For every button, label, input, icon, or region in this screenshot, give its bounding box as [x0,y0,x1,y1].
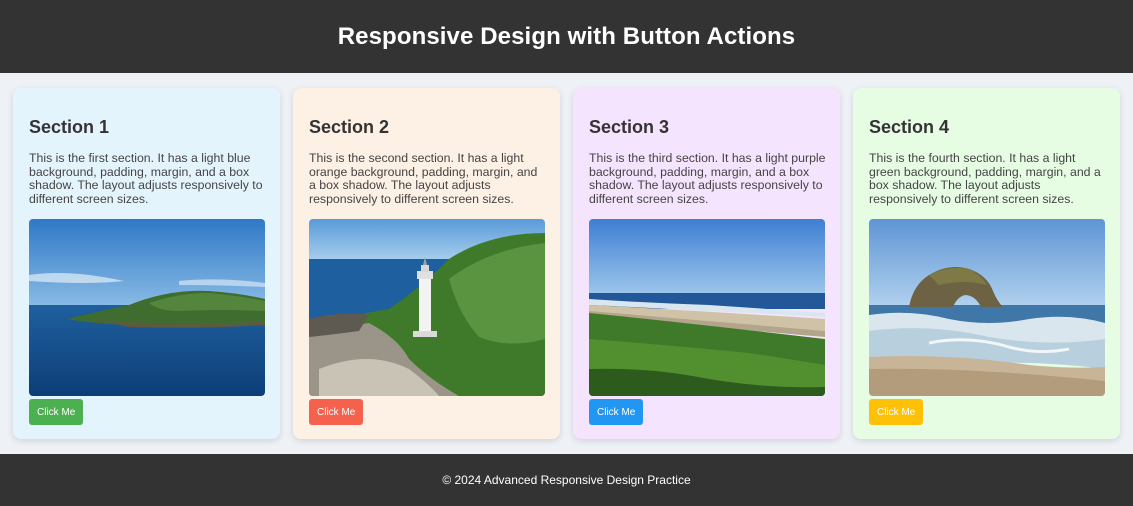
click-me-button[interactable]: Click Me [869,399,924,425]
section-title: Section 2 [309,117,390,137]
page-header: Responsive Design with Button Actions [0,0,1133,73]
section-title: Section 1 [29,117,110,137]
section-description: This is the third section. It has a ligh… [589,151,826,206]
section-card-1: Section 1 This is the first section. It … [13,88,280,439]
page-title: Responsive Design with Button Actions [337,22,796,50]
section-description: This is the second section. It has a lig… [309,151,538,206]
section-card-4: Section 4 This is the fourth section. It… [853,88,1120,439]
sea-arch-rock-photo [869,219,1105,396]
click-me-button[interactable]: Click Me [29,399,84,425]
click-me-button[interactable]: Click Me [589,399,644,425]
section-title: Section 4 [869,117,950,137]
section-description: This is the first section. It has a ligh… [29,151,263,206]
section-description: This is the fourth section. It has a lig… [869,151,1101,206]
sections-container: Section 1 This is the first section. It … [0,73,1133,454]
beach-grass-photo [589,219,825,396]
island-sea-photo [29,219,265,396]
section-title: Section 3 [589,117,670,137]
lighthouse-coast-photo [309,219,545,396]
click-me-button[interactable]: Click Me [309,399,364,425]
page-footer: © 2024 Advanced Responsive Design Practi… [0,454,1133,506]
section-card-2: Section 2 This is the second section. It… [293,88,560,439]
footer-copyright: © 2024 Advanced Responsive Design Practi… [442,473,691,487]
section-card-3: Section 3 This is the third section. It … [573,88,840,439]
